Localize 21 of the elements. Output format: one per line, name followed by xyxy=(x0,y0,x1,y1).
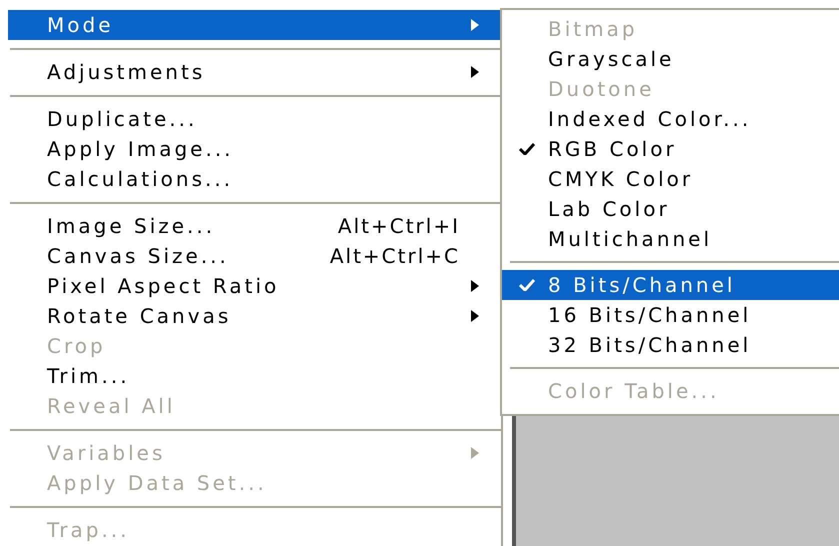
menu-item[interactable]: Grayscale xyxy=(502,44,839,74)
menu-item[interactable]: RGB Color xyxy=(502,134,839,164)
menu-item[interactable]: Duplicate... xyxy=(8,104,501,134)
menu-item[interactable]: 32 Bits/Channel xyxy=(502,330,839,360)
menu-item[interactable]: Rotate Canvas xyxy=(8,301,501,331)
menu-item[interactable]: Calculations... xyxy=(8,164,501,194)
menu-item[interactable]: Adjustments xyxy=(8,57,501,87)
menu-item[interactable]: Image Size... Alt+Ctrl+I xyxy=(8,211,501,241)
menu-item[interactable]: Multichannel xyxy=(502,224,839,254)
menu-item[interactable]: Canvas Size... Alt+Ctrl+C xyxy=(8,241,501,271)
menu-item[interactable]: Pixel Aspect Ratio xyxy=(8,271,501,301)
menu-item[interactable]: Indexed Color... xyxy=(502,104,839,134)
menu-item[interactable]: Apply Image... xyxy=(8,134,501,164)
menu-item[interactable]: Trim... xyxy=(8,361,501,391)
menu-item[interactable]: CMYK Color xyxy=(502,164,839,194)
menu-item[interactable]: 8 Bits/Channel xyxy=(502,270,839,300)
shortcut-label: Alt+Ctrl+I xyxy=(338,214,460,238)
menu-item[interactable]: Mode xyxy=(8,10,501,40)
menu-item[interactable]: Lab Color xyxy=(502,194,839,224)
shortcut-label: Alt+Ctrl+C xyxy=(330,244,460,268)
menu-item[interactable]: 16 Bits/Channel xyxy=(502,300,839,330)
